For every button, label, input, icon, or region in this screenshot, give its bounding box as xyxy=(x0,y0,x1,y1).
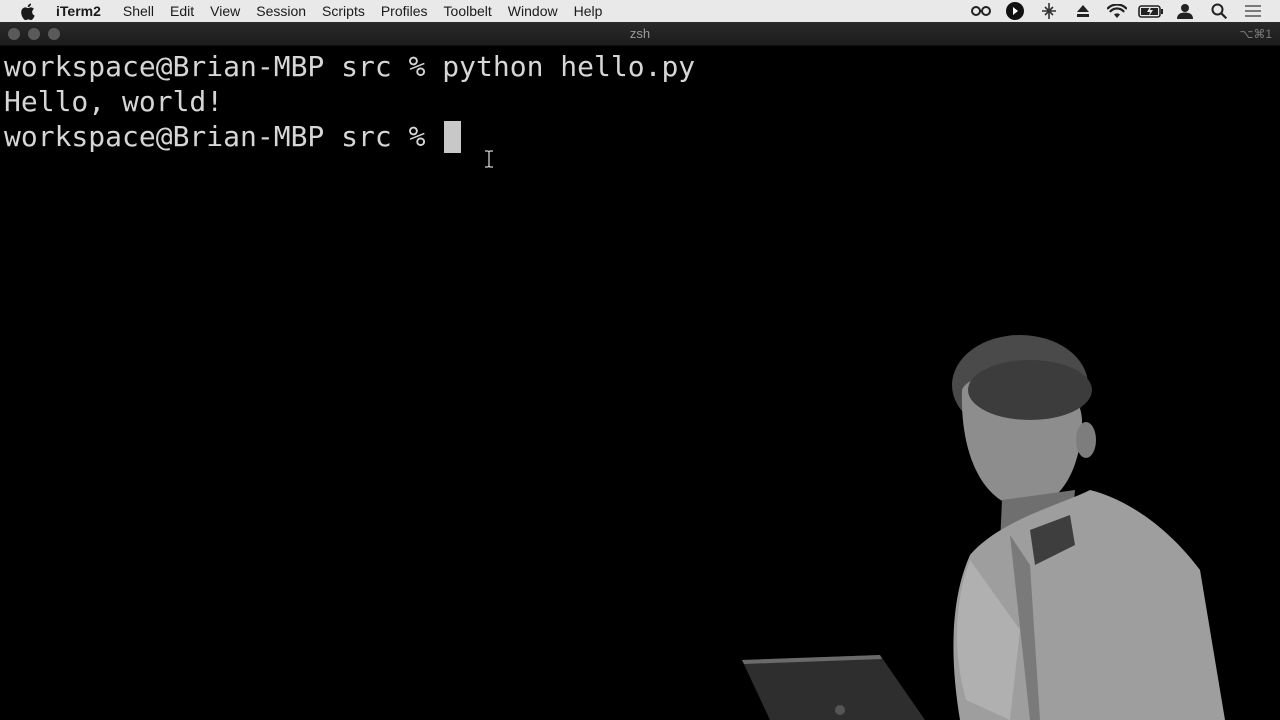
window-shortcut: ⌥⌘1 xyxy=(1239,27,1272,41)
menu-edit[interactable]: Edit xyxy=(162,0,202,22)
menu-app-iterm2[interactable]: iTerm2 xyxy=(54,0,109,22)
window-title: zsh xyxy=(629,26,651,41)
battery-icon[interactable] xyxy=(1134,0,1168,22)
terminal-line-text: workspace@Brian-MBP src % xyxy=(4,120,443,153)
glasses-icon[interactable] xyxy=(964,0,998,22)
menu-shell[interactable]: Shell xyxy=(115,0,162,22)
menu-session[interactable]: Session xyxy=(248,0,314,22)
terminal-cursor xyxy=(444,120,462,153)
terminal-line-text: Hello, world! xyxy=(4,85,224,118)
menu-toolbelt[interactable]: Toolbelt xyxy=(436,0,500,22)
search-icon[interactable] xyxy=(1202,0,1236,22)
text-cursor-icon xyxy=(484,150,494,173)
terminal-line-text: workspace@Brian-MBP src % python hello.p… xyxy=(4,50,696,83)
menu-profiles[interactable]: Profiles xyxy=(373,0,436,22)
presenter-image xyxy=(742,335,1225,720)
eject-icon[interactable] xyxy=(1066,0,1100,22)
terminal-prompt-line: workspace@Brian-MBP src % xyxy=(4,119,1280,154)
user-icon[interactable] xyxy=(1168,0,1202,22)
wifi-icon[interactable] xyxy=(1100,0,1134,22)
network-icon[interactable] xyxy=(1032,0,1066,22)
status-area xyxy=(964,0,1270,22)
play-icon[interactable] xyxy=(998,0,1032,22)
list-icon[interactable] xyxy=(1236,0,1270,22)
window-title-bar[interactable]: zsh ⌥⌘1 xyxy=(0,22,1280,46)
menu-window[interactable]: Window xyxy=(500,0,566,22)
apple-icon[interactable] xyxy=(20,2,38,20)
menu-view[interactable]: View xyxy=(202,0,248,22)
menu-bar: iTerm2 Shell Edit View Session Scripts P… xyxy=(0,0,1280,22)
terminal-line: workspace@Brian-MBP src % python hello.p… xyxy=(4,49,1280,84)
terminal-line: Hello, world! xyxy=(4,84,1280,119)
menu-help[interactable]: Help xyxy=(566,0,611,22)
menu-scripts[interactable]: Scripts xyxy=(314,0,373,22)
